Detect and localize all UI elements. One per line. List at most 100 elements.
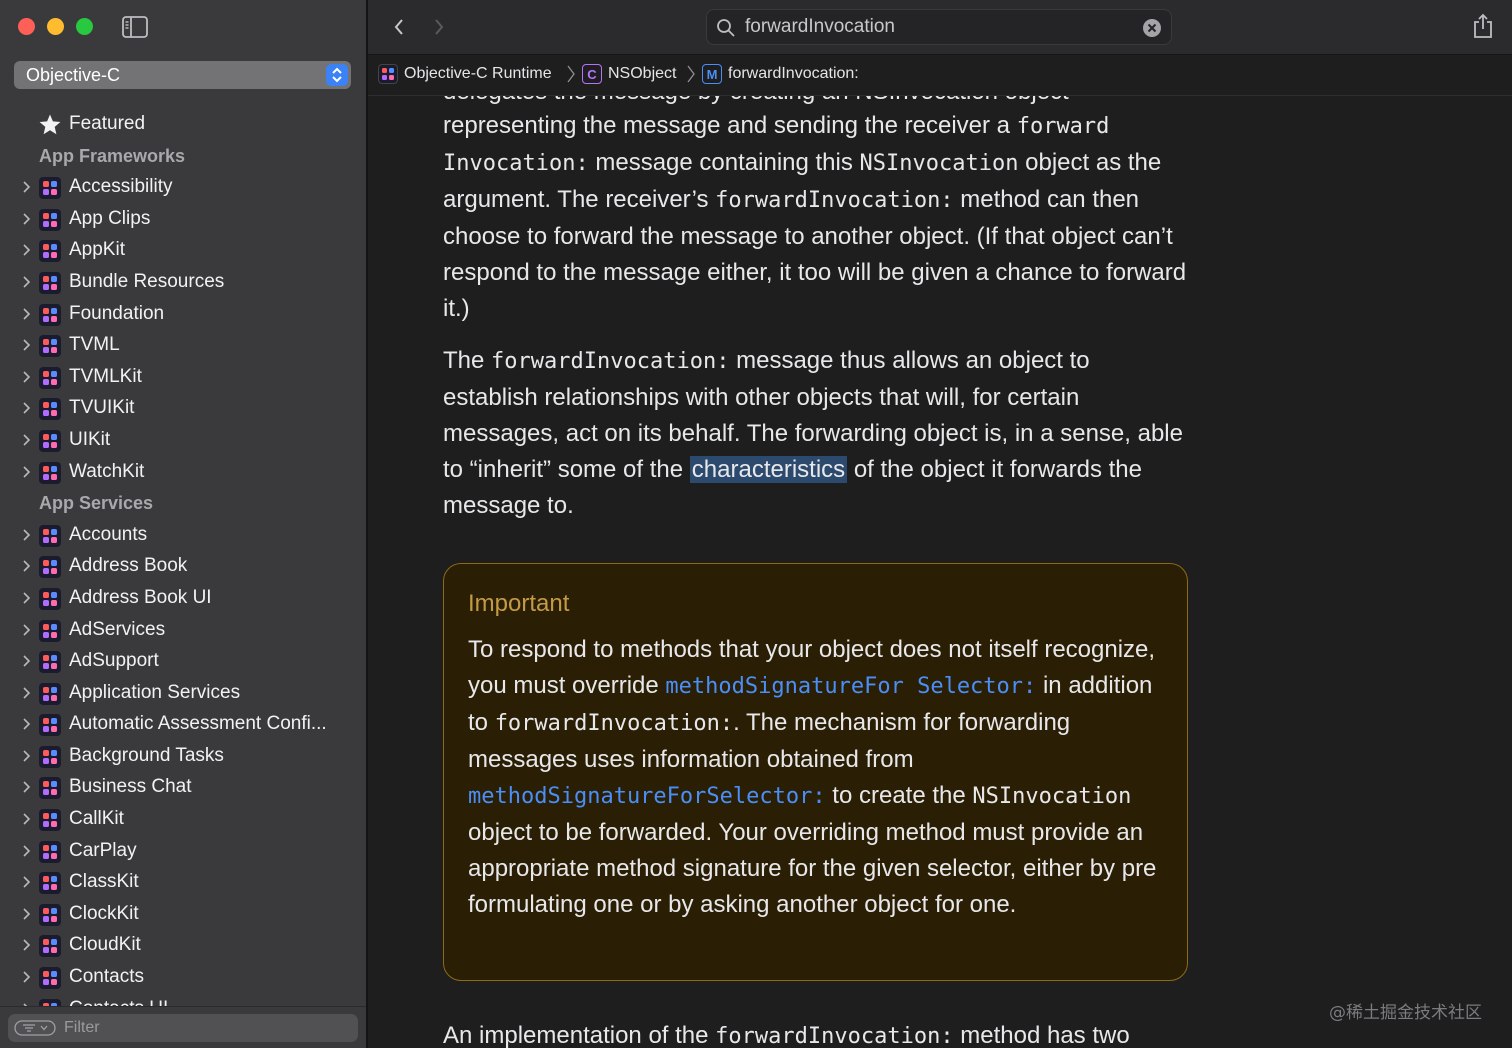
disclosure-chevron-icon[interactable] [20, 653, 32, 669]
link-method-signature-for-selector[interactable]: methodSignatureFor Selector: [665, 674, 1036, 699]
minimize-window-button[interactable] [47, 18, 64, 35]
framework-icon [39, 177, 61, 200]
disclosure-chevron-icon[interactable] [20, 590, 32, 606]
section-header-app-frameworks: App Frameworks [39, 145, 186, 166]
sidebar-item-label: TVUIKit [69, 397, 135, 419]
zoom-window-button[interactable] [76, 18, 93, 35]
disclosure-chevron-icon[interactable] [20, 306, 32, 322]
sidebar-item-label: UIKit [69, 428, 111, 450]
sidebar-item-label: Application Services [69, 681, 241, 703]
breadcrumb-item-class[interactable]: C NSObject [582, 64, 676, 86]
sidebar-item-cloudkit[interactable]: CloudKit [0, 930, 366, 962]
section-header-app-services: App Services [39, 493, 154, 514]
method-icon: M [702, 64, 722, 84]
code-forward-invocation: forwardInvocation: [494, 711, 734, 736]
back-button[interactable] [390, 15, 408, 39]
sidebar-item-accessibility[interactable]: Accessibility [0, 172, 366, 204]
framework-icon [39, 208, 61, 231]
breadcrumb: Objective-C Runtime C NSObject MforwardIn… [368, 55, 1512, 96]
sidebar-item-label: App Clips [69, 207, 151, 229]
share-icon[interactable] [1472, 13, 1494, 39]
sidebar-item-tvmlkit[interactable]: TVMLKit [0, 362, 366, 394]
disclosure-chevron-icon[interactable] [20, 464, 32, 480]
sidebar-item-accounts[interactable]: Accounts [0, 520, 366, 552]
disclosure-chevron-icon[interactable] [20, 969, 32, 985]
framework-icon [39, 398, 61, 421]
sidebar: Objective-C Featured App Frameworks Acce… [0, 0, 366, 1048]
sidebar-item-label: TVML [69, 334, 120, 356]
disclosure-chevron-icon[interactable] [20, 400, 32, 416]
disclosure-chevron-icon[interactable] [20, 685, 32, 701]
disclosure-chevron-icon[interactable] [20, 937, 32, 953]
forward-button[interactable] [430, 15, 448, 39]
sidebar-item-app-clips[interactable]: App Clips [0, 204, 366, 236]
disclosure-chevron-icon[interactable] [20, 558, 32, 574]
chevron-right-icon [687, 65, 695, 83]
disclosure-chevron-icon[interactable] [20, 874, 32, 890]
disclosure-chevron-icon[interactable] [20, 779, 32, 795]
search-value: forwardInvocation [745, 16, 895, 37]
sidebar-item-application-services[interactable]: Application Services [0, 678, 366, 710]
sidebar-item-address-book[interactable]: Address Book [0, 551, 366, 583]
callout-title: Important [468, 590, 570, 617]
sidebar-item-classkit[interactable]: ClassKit [0, 867, 366, 899]
sidebar-item-label: Background Tasks [69, 744, 224, 766]
sidebar-item-tvml[interactable]: TVML [0, 330, 366, 362]
framework-icon [39, 809, 61, 832]
callout-body: To respond to methods that your object d… [468, 636, 1157, 918]
link-method-signature-for-selector[interactable]: methodSignatureForSelector: [468, 784, 826, 809]
sidebar-item-automatic-assessment-confi[interactable]: Automatic Assessment Confi... [0, 709, 366, 741]
disclosure-chevron-icon[interactable] [20, 369, 32, 385]
search-icon [717, 19, 735, 37]
framework-icon [39, 524, 61, 547]
filter-placeholder: Filter [64, 1019, 100, 1036]
filter-options-icon[interactable] [14, 1020, 56, 1036]
sidebar-item-foundation[interactable]: Foundation [0, 299, 366, 331]
sidebar-toggle-icon[interactable] [122, 16, 148, 38]
paragraph-relationships: The forwardInvocation: message thus allo… [443, 347, 1183, 519]
disclosure-chevron-icon[interactable] [20, 906, 32, 922]
sidebar-item-background-tasks[interactable]: Background Tasks [0, 741, 366, 773]
sidebar-item-callkit[interactable]: CallKit [0, 804, 366, 836]
sidebar-item-label: Foundation [69, 302, 165, 324]
disclosure-chevron-icon[interactable] [20, 622, 32, 638]
breadcrumb-item-method[interactable]: MforwardInvocation: [702, 64, 859, 86]
sidebar-item-adsupport[interactable]: AdSupport [0, 646, 366, 678]
disclosure-chevron-icon[interactable] [20, 716, 32, 732]
filter-input[interactable]: Filter [8, 1014, 358, 1042]
disclosure-chevron-icon[interactable] [20, 179, 32, 195]
language-select[interactable]: Objective-C [14, 61, 351, 89]
search-input[interactable]: forwardInvocation [706, 9, 1172, 45]
sidebar-item-label: Address Book [69, 555, 188, 577]
close-window-button[interactable] [18, 18, 35, 35]
sidebar-item-bundle-resources[interactable]: Bundle Resources [0, 267, 366, 299]
disclosure-chevron-icon[interactable] [20, 211, 32, 227]
sidebar-item-label: Accounts [69, 523, 148, 545]
disclosure-chevron-icon[interactable] [20, 748, 32, 764]
clear-search-icon[interactable] [1143, 19, 1161, 37]
sidebar-item-featured[interactable]: Featured [0, 109, 366, 141]
sidebar-item-uikit[interactable]: UIKit [0, 425, 366, 457]
disclosure-chevron-icon[interactable] [20, 242, 32, 258]
disclosure-chevron-icon[interactable] [20, 843, 32, 859]
disclosure-chevron-icon[interactable] [20, 432, 32, 448]
sidebar-item-contacts[interactable]: Contacts [0, 962, 366, 994]
sidebar-item-carplay[interactable]: CarPlay [0, 836, 366, 868]
sidebar-item-business-chat[interactable]: Business Chat [0, 772, 366, 804]
paragraph-implementation: An implementation of the forwardInvocati… [443, 1022, 1130, 1048]
sidebar-item-label: CarPlay [69, 839, 137, 861]
sidebar-item-appkit[interactable]: AppKit [0, 235, 366, 267]
disclosure-chevron-icon[interactable] [20, 811, 32, 827]
disclosure-chevron-icon[interactable] [20, 274, 32, 290]
sidebar-item-watchkit[interactable]: WatchKit [0, 457, 366, 489]
framework-icon [39, 461, 61, 484]
sidebar-item-adservices[interactable]: AdServices [0, 615, 366, 647]
disclosure-chevron-icon[interactable] [20, 527, 32, 543]
disclosure-chevron-icon[interactable] [20, 337, 32, 353]
sidebar-item-address-book-ui[interactable]: Address Book UI [0, 583, 366, 615]
toolbar: forwardInvocation [368, 0, 1512, 55]
watermark: @稀土掘金技术社区 [1329, 1003, 1482, 1023]
sidebar-item-tvuikit[interactable]: TVUIKit [0, 393, 366, 425]
breadcrumb-item-framework[interactable]: Objective-C Runtime [378, 64, 552, 86]
sidebar-item-clockkit[interactable]: ClockKit [0, 899, 366, 931]
